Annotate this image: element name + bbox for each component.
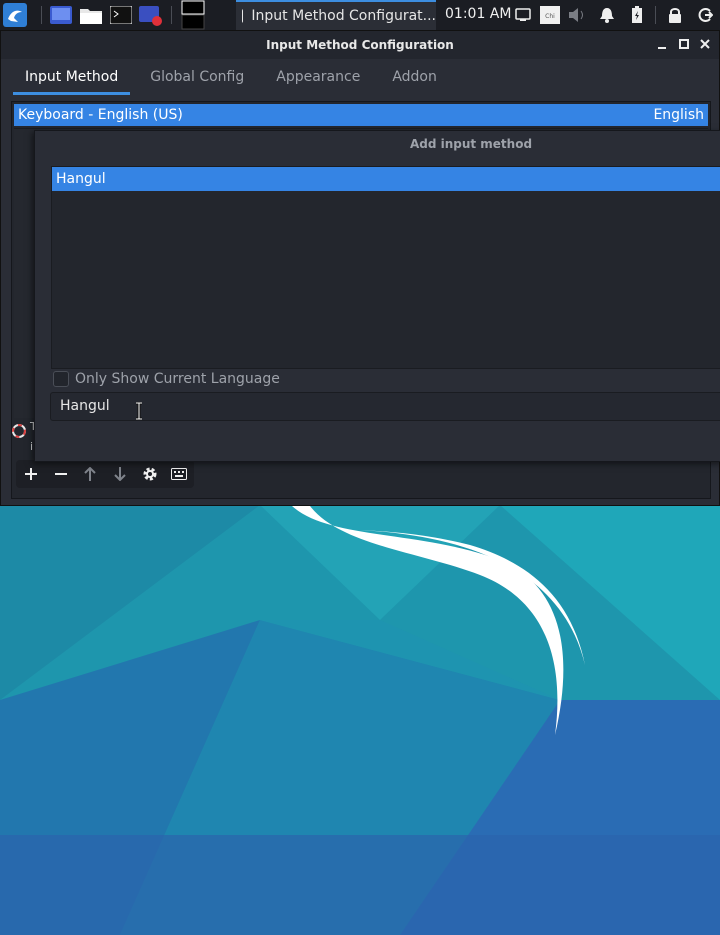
logout-icon[interactable]	[694, 3, 716, 27]
keyboard-icon[interactable]	[164, 460, 194, 488]
svg-text:i: i	[30, 440, 33, 453]
input-method-row[interactable]: Keyboard - English (US) English	[14, 104, 708, 126]
tab-appearance[interactable]: Appearance	[264, 59, 372, 95]
tab-global-config[interactable]: Global Config	[138, 59, 256, 95]
panel-separator	[171, 6, 172, 24]
show-desktop-icon[interactable]	[48, 3, 74, 27]
list-item[interactable]: Hangul	[52, 167, 720, 191]
screen-recorder-icon[interactable]	[138, 3, 164, 27]
input-method-language: English	[653, 107, 704, 123]
svg-text:Chi: Chi	[545, 13, 555, 20]
input-method-tray-icon[interactable]: Chi	[539, 3, 561, 27]
app-window-icon	[242, 9, 244, 23]
input-method-toolbar	[16, 460, 194, 488]
move-down-icon[interactable]	[105, 460, 135, 488]
add-icon[interactable]	[16, 460, 46, 488]
battery-icon[interactable]	[627, 3, 647, 27]
close-button[interactable]	[698, 37, 712, 51]
only-show-current-language-checkbox[interactable]: Only Show Current Language	[53, 371, 280, 387]
move-up-icon[interactable]	[75, 460, 105, 488]
tab-addon[interactable]: Addon	[380, 59, 449, 95]
checkbox-box[interactable]	[53, 371, 69, 387]
terminal-icon[interactable]	[108, 3, 134, 27]
settings-icon[interactable]	[135, 460, 165, 488]
volume-icon[interactable]	[567, 3, 587, 27]
panel-clock[interactable]: 01:01 AM	[445, 6, 511, 22]
checkbox-label: Only Show Current Language	[75, 371, 280, 387]
kali-menu-icon[interactable]	[2, 3, 28, 27]
notifications-icon[interactable]	[597, 3, 617, 27]
minimize-button[interactable]	[655, 37, 669, 51]
remove-icon[interactable]	[46, 460, 76, 488]
panel-separator	[41, 6, 42, 24]
panel-separator	[655, 6, 656, 24]
input-method-name: Keyboard - English (US)	[18, 107, 183, 123]
tab-input-method[interactable]: Input Method	[13, 59, 131, 95]
display-icon[interactable]	[513, 3, 533, 27]
window-title: Input Method Configuration	[266, 38, 454, 52]
info-area: T i	[10, 420, 37, 458]
maximize-button[interactable]	[677, 37, 691, 51]
available-input-method-list[interactable]: Hangul	[51, 166, 720, 369]
top-panel: Input Method Configurat... 01:01 AM Chi	[0, 0, 720, 30]
search-input[interactable]: Hangul	[50, 392, 720, 421]
text-cursor-icon	[136, 402, 142, 420]
window-titlebar[interactable]: Input Method Configuration	[1, 31, 719, 59]
file-manager-icon[interactable]	[78, 3, 104, 27]
tab-bar: Input Method Global Config Appearance Ad…	[13, 59, 707, 95]
dialog-title: Add input method	[409, 137, 533, 151]
taskbar-window-title: Input Method Configurat...	[251, 8, 436, 24]
taskbar-window-button[interactable]: Input Method Configurat...	[236, 0, 436, 30]
lock-screen-icon[interactable]	[664, 3, 686, 27]
workspace-switcher-icon[interactable]	[180, 0, 206, 30]
